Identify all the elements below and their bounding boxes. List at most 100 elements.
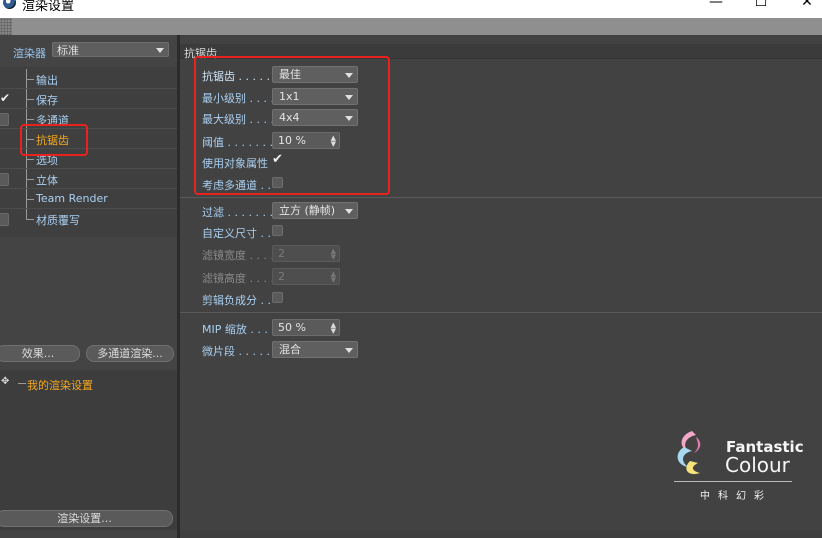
enable-checkbox[interactable] [0, 213, 9, 226]
threshold-stepper[interactable]: 10 % ▲ ▼ [272, 132, 340, 149]
max-level-dropdown[interactable]: 4x4 [272, 109, 358, 126]
checkmark-icon[interactable]: ✔ [272, 152, 283, 167]
prop-label: 考虑多通道 . . [202, 179, 271, 192]
tree-item-label: 多通道 [36, 114, 69, 127]
settings-item-my-render[interactable]: ✥ 我的渲染设置 [0, 374, 177, 392]
clip-negative-checkbox[interactable] [272, 292, 283, 303]
tree-item-label: 输出 [36, 74, 58, 87]
fantastic-colour-logo: Fantastic Colour 中科幻彩 [670, 425, 804, 505]
enable-checkbox[interactable] [0, 113, 9, 126]
antialiasing-dropdown[interactable]: 最佳 [272, 66, 358, 83]
logo-swirl-icon [677, 431, 701, 475]
tree-line [26, 179, 34, 180]
checkmark-icon[interactable]: ✔ [0, 91, 10, 105]
tree-line [18, 383, 26, 384]
renderer-dropdown[interactable]: 标准 [52, 42, 169, 57]
min-level-dropdown[interactable]: 1x1 [272, 88, 358, 105]
effects-button[interactable]: 效果... [0, 345, 80, 362]
chevron-down-icon [345, 348, 353, 353]
prop-label: 剪辑负成分 . . [202, 294, 271, 307]
chevron-down-icon [345, 95, 353, 100]
multipass-render-button[interactable]: 多通道渲染... [86, 345, 174, 362]
tree-line [26, 139, 34, 140]
micropolygon-dropdown[interactable]: 混合 [272, 341, 358, 358]
stepper-arrows-icon[interactable]: ▲ ▼ [331, 135, 336, 148]
logo-text-colour: Colour [725, 453, 790, 477]
tree-item-stereo[interactable]: 立体 [0, 169, 177, 189]
logo-text-chinese: 中科幻彩 [700, 491, 772, 502]
left-panel: 渲染器 标准 输出 ✔ 保存 多通道 抗锯齿 选项 立体 Team Render… [0, 35, 178, 538]
dropdown-value: 1x1 [279, 90, 300, 103]
custom-size-checkbox[interactable] [272, 225, 283, 236]
tree-line [26, 159, 34, 160]
tree-item-label: 抗锯齿 [36, 134, 69, 147]
filter-dropdown[interactable]: 立方 (静帧) [272, 202, 358, 219]
dropdown-value: 混合 [279, 343, 301, 356]
title-bar: 渲染设置 — ☐ ✕ [0, 0, 822, 18]
dropdown-value: 最佳 [279, 68, 301, 81]
tree-item-label: 选项 [36, 154, 58, 167]
tree-item-label: Team Render [36, 192, 108, 205]
prop-label: 滤镜宽度 . . . . [202, 249, 274, 262]
close-button[interactable]: ✕ [797, 0, 817, 10]
filter-width-stepper: 2 ▲ ▼ [272, 245, 340, 262]
tree-item-output[interactable]: 输出 [0, 69, 177, 89]
stepper-value: 2 [278, 247, 285, 260]
tree-line [26, 99, 34, 100]
stepper-value: 2 [278, 270, 285, 283]
tree-line [26, 119, 34, 120]
tree-item-label: 立体 [36, 174, 58, 187]
logo-underline [674, 481, 792, 482]
stepper-arrows-icon[interactable]: ▲ ▼ [331, 322, 336, 335]
renderer-label: 渲染器 [13, 47, 46, 60]
section-title: 抗锯齿 [184, 47, 217, 60]
stepper-value: 50 % [278, 321, 306, 334]
tree-item-label: 材质覆写 [36, 214, 80, 227]
chevron-down-icon [345, 116, 353, 121]
window-title: 渲染设置 [22, 0, 75, 14]
divider [180, 312, 822, 313]
consider-multipass-checkbox[interactable] [272, 177, 283, 188]
chevron-down-icon [345, 73, 353, 78]
render-settings-list: ✥ 我的渲染设置 [0, 370, 177, 530]
chevron-down-icon [345, 209, 353, 214]
filter-height-stepper: 2 ▲ ▼ [272, 268, 340, 285]
section-header: 抗锯齿 [180, 44, 822, 60]
tree-item-save[interactable]: ✔ 保存 [0, 89, 177, 109]
tree-item-options[interactable]: 选项 [0, 149, 177, 169]
render-settings-button[interactable]: 渲染设置... [0, 510, 173, 527]
drag-handle-icon[interactable]: ✥ [1, 376, 9, 387]
stepper-arrows-icon: ▲ ▼ [330, 247, 336, 261]
prop-label: 滤镜高度 . . . . [202, 272, 274, 285]
toolbar-strip [12, 18, 822, 35]
renderer-value: 标准 [57, 44, 79, 57]
tree-item-team-render[interactable]: Team Render [0, 189, 177, 209]
tree-item-label: 保存 [36, 94, 58, 107]
enable-checkbox[interactable] [0, 173, 9, 186]
tree-item-multipass[interactable]: 多通道 [0, 109, 177, 129]
settings-tree: 输出 ✔ 保存 多通道 抗锯齿 选项 立体 Team Render 材质覆写 [0, 67, 177, 237]
stepper-value: 10 % [278, 134, 306, 147]
tree-line [26, 79, 34, 80]
mip-scale-stepper[interactable]: 50 % ▲ ▼ [272, 319, 340, 336]
minimize-button[interactable]: — [706, 0, 726, 10]
tree-line [26, 219, 34, 220]
prop-label: 使用对象属性 [202, 157, 268, 170]
chevron-down-icon [156, 48, 164, 53]
prop-label: 微片段 . . . . . . [202, 345, 277, 358]
divider [180, 197, 822, 198]
maximize-button[interactable]: ☐ [751, 0, 771, 10]
prop-label: 抗锯齿 . . . . . . [202, 70, 277, 83]
dropdown-value: 4x4 [279, 111, 300, 124]
prop-label: 过滤 . . . . . . . . [202, 206, 280, 219]
prop-label: 自定义尺寸 . . [202, 227, 271, 240]
tree-item-material-override[interactable]: 材质覆写 [0, 209, 177, 229]
prop-label: 最小级别 . . . . [202, 92, 274, 105]
tree-item-antialiasing[interactable]: 抗锯齿 [0, 129, 177, 149]
stepper-arrows-icon: ▲ ▼ [330, 270, 336, 284]
prop-label: 最大级别 . . . . [202, 113, 274, 126]
tree-line [26, 209, 27, 219]
settings-item-label: 我的渲染设置 [27, 379, 93, 392]
prop-label: MIP 缩放 . . . . [202, 323, 275, 336]
dropdown-value: 立方 (静帧) [279, 204, 336, 217]
